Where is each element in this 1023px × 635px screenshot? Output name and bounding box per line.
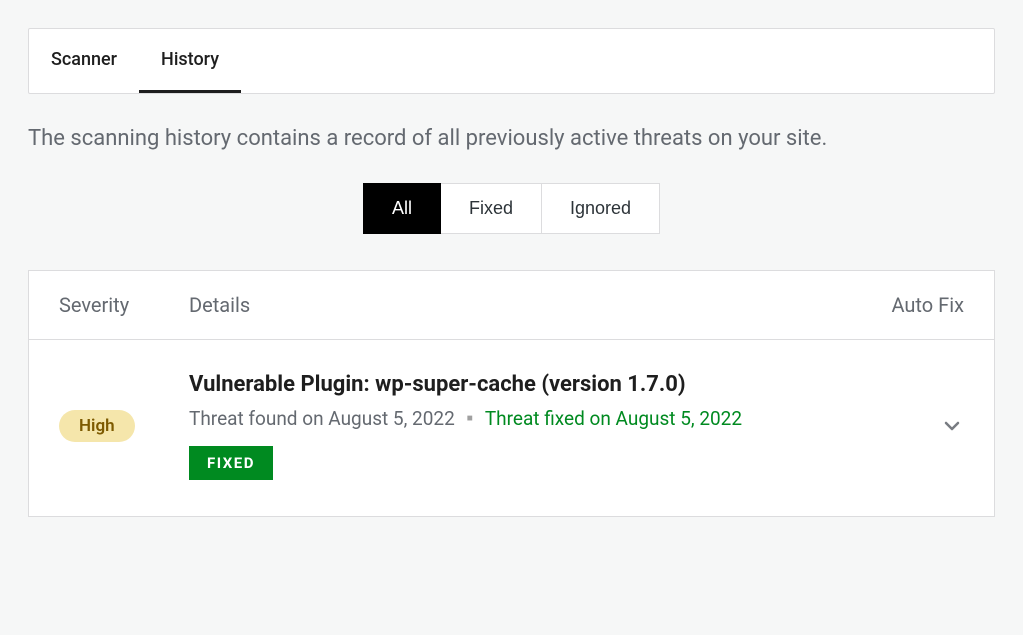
autofix-cell: [824, 414, 964, 438]
filter-group: All Fixed Ignored: [28, 183, 995, 234]
column-header-autofix: Auto Fix: [824, 293, 964, 317]
chevron-down-icon[interactable]: [940, 414, 964, 438]
column-header-details: Details: [189, 293, 824, 317]
tab-scanner[interactable]: Scanner: [29, 29, 139, 93]
status-badge: FIXED: [189, 446, 273, 480]
severity-cell: High: [59, 410, 189, 442]
threat-fixed-on: Threat fixed on August 5, 2022: [485, 407, 742, 430]
details-cell: Vulnerable Plugin: wp-super-cache (versi…: [189, 372, 824, 480]
threat-title: Vulnerable Plugin: wp-super-cache (versi…: [189, 372, 824, 397]
history-description: The scanning history contains a record o…: [28, 124, 995, 155]
meta-separator-icon: ■: [467, 413, 473, 424]
column-header-severity: Severity: [59, 293, 189, 317]
threat-row[interactable]: High Vulnerable Plugin: wp-super-cache (…: [29, 340, 994, 516]
severity-badge: High: [59, 410, 135, 442]
threat-found-on: Threat found on August 5, 2022: [189, 407, 455, 430]
threat-meta: Threat found on August 5, 2022 ■ Threat …: [189, 407, 824, 430]
results-header: Severity Details Auto Fix: [29, 271, 994, 340]
tab-history[interactable]: History: [139, 29, 241, 93]
filter-fixed[interactable]: Fixed: [441, 183, 542, 234]
tab-bar: Scanner History: [28, 28, 995, 94]
results-card: Severity Details Auto Fix High Vulnerabl…: [28, 270, 995, 517]
filter-all[interactable]: All: [363, 183, 441, 234]
filter-ignored[interactable]: Ignored: [542, 183, 660, 234]
